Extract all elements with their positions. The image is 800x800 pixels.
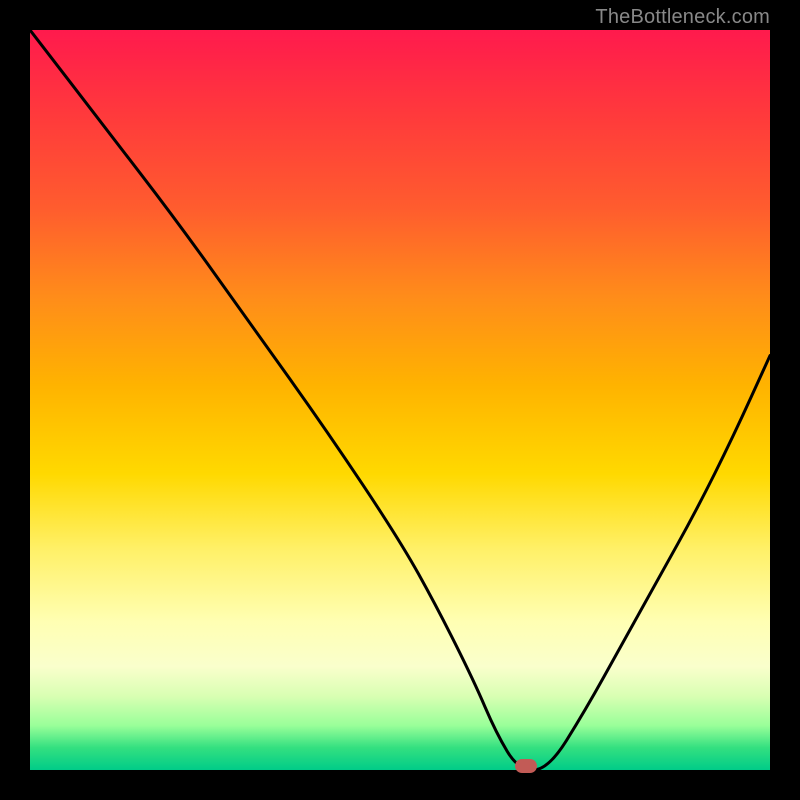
optimal-point-marker — [515, 759, 537, 773]
plot-area — [30, 30, 770, 770]
bottleneck-curve — [30, 30, 770, 770]
watermark-text: TheBottleneck.com — [595, 6, 770, 29]
chart-container: TheBottleneck.com — [0, 0, 800, 800]
